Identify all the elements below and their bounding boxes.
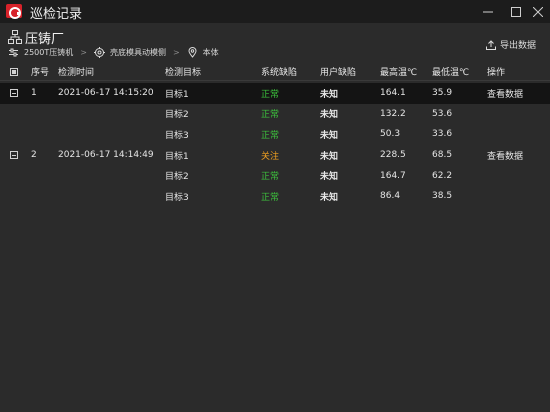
row-target: 目标3 xyxy=(165,130,189,141)
table-header: 序号 检测时间 检测目标 系统缺陷 用户缺陷 最高温℃ 最低温℃ 操作 xyxy=(0,63,550,81)
upload-icon xyxy=(486,39,496,50)
row-max-temp: 164.1 xyxy=(380,88,406,99)
row-max-temp: 50.3 xyxy=(380,129,401,140)
chevron-right-icon: > xyxy=(80,47,87,57)
window-title: 巡检记录 xyxy=(30,7,83,22)
row-collapse-toggle[interactable] xyxy=(10,83,18,104)
row-seq: 1 xyxy=(31,88,37,99)
column-header-seq: 序号 xyxy=(31,68,50,78)
table-row[interactable]: 目标2 正常 未知 164.7 62.2 xyxy=(0,165,550,186)
minimize-button[interactable] xyxy=(476,0,500,23)
table-row[interactable]: 目标3 正常 未知 50.3 33.6 xyxy=(0,124,550,145)
row-seq: 2 xyxy=(31,150,37,161)
row-min-temp: 53.6 xyxy=(432,108,453,119)
title-bar: 巡检记录 xyxy=(0,0,550,23)
row-user-defect: 未知 xyxy=(320,172,339,183)
row-system-defect: 正常 xyxy=(261,130,280,141)
row-min-temp: 62.2 xyxy=(432,170,453,181)
view-data-button[interactable]: 查看数据 xyxy=(487,83,523,104)
row-user-defect: 未知 xyxy=(320,192,339,203)
table-row[interactable]: 1 2021-06-17 14:15:20 目标1 正常 未知 164.1 35… xyxy=(0,83,550,104)
table-row[interactable]: 目标3 正常 未知 86.4 38.5 xyxy=(0,186,550,207)
column-header-action: 操作 xyxy=(487,68,506,78)
breadcrumb-item-mold[interactable]: 壳底模具动模侧 xyxy=(110,47,166,58)
column-header-user-defect: 用户缺陷 xyxy=(320,68,357,78)
column-header-target: 检测目标 xyxy=(165,68,202,78)
breadcrumb-item-body[interactable]: 本体 xyxy=(203,47,219,58)
collapse-icon xyxy=(10,89,18,98)
row-user-defect: 未知 xyxy=(320,130,339,141)
row-max-temp: 86.4 xyxy=(380,191,401,202)
column-header-time: 检测时间 xyxy=(58,68,95,78)
row-target: 目标1 xyxy=(165,89,189,100)
table-row[interactable]: 目标2 正常 未知 132.2 53.6 xyxy=(0,104,550,125)
row-min-temp: 38.5 xyxy=(432,191,453,202)
column-header-min-temp: 最低温℃ xyxy=(432,68,470,78)
hierarchy-icon xyxy=(8,30,22,44)
row-max-temp: 228.5 xyxy=(380,150,406,161)
export-data-button[interactable]: 导出数据 xyxy=(486,38,536,51)
chevron-right-icon: > xyxy=(172,47,180,57)
row-system-defect: 正常 xyxy=(261,110,280,121)
breadcrumb-item-machine[interactable]: 2500T压铸机 xyxy=(24,47,73,58)
row-max-temp: 132.2 xyxy=(380,108,406,119)
row-collapse-toggle[interactable] xyxy=(10,145,18,166)
column-header-max-temp: 最高温℃ xyxy=(380,68,418,78)
row-min-temp: 68.5 xyxy=(432,150,453,161)
breadcrumb: 2500T压铸机 > 壳底模具动模侧 > 本体 xyxy=(8,45,219,59)
page-header: 压铸厂 2500T压铸机 > 壳底模具动模侧 > 本体 导出数据 xyxy=(0,23,550,63)
collapse-icon xyxy=(10,151,18,160)
row-min-temp: 35.9 xyxy=(432,88,453,99)
row-system-defect: 正常 xyxy=(261,192,280,203)
row-target: 目标1 xyxy=(165,151,189,162)
location-pin-icon xyxy=(188,46,197,58)
close-button[interactable] xyxy=(526,0,550,23)
inspection-table: 序号 检测时间 检测目标 系统缺陷 用户缺陷 最高温℃ 最低温℃ 操作 1 20… xyxy=(0,63,550,207)
export-data-label: 导出数据 xyxy=(500,41,537,51)
row-system-defect: 关注 xyxy=(261,151,280,162)
row-system-defect: 正常 xyxy=(261,172,280,183)
collapse-all-toggle[interactable] xyxy=(10,63,18,80)
row-time: 2021-06-17 14:15:20 xyxy=(58,88,154,99)
column-header-system-defect: 系统缺陷 xyxy=(261,68,298,78)
target-icon xyxy=(93,46,105,58)
app-logo-icon xyxy=(6,4,22,19)
collapse-all-icon xyxy=(10,67,18,76)
maximize-icon xyxy=(511,6,521,17)
row-system-defect: 正常 xyxy=(261,89,280,100)
machine-icon xyxy=(9,48,18,56)
minimize-icon xyxy=(483,11,493,12)
row-max-temp: 164.7 xyxy=(380,170,406,181)
row-target: 目标2 xyxy=(165,110,189,121)
table-row[interactable]: 2 2021-06-17 14:14:49 目标1 关注 未知 228.5 68… xyxy=(0,145,550,166)
row-time: 2021-06-17 14:14:49 xyxy=(58,150,154,161)
row-target: 目标2 xyxy=(165,172,189,183)
close-icon xyxy=(533,6,543,17)
maximize-button[interactable] xyxy=(504,0,528,23)
row-user-defect: 未知 xyxy=(320,151,339,162)
row-min-temp: 33.6 xyxy=(432,129,453,140)
row-target: 目标3 xyxy=(165,192,189,203)
view-data-button[interactable]: 查看数据 xyxy=(487,145,523,166)
row-user-defect: 未知 xyxy=(320,89,339,100)
row-user-defect: 未知 xyxy=(320,110,339,121)
